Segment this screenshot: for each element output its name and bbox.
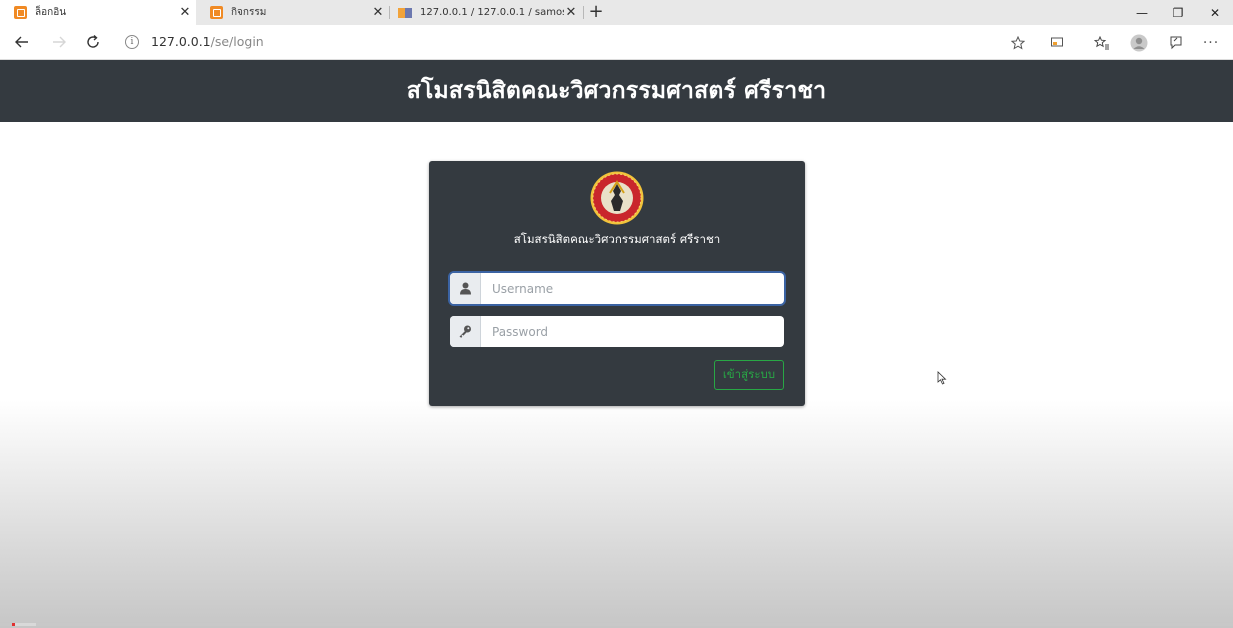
arrow-left-icon xyxy=(15,36,28,48)
mouse-cursor-icon xyxy=(937,371,947,385)
page-title: สโมสรนิสิตคณะวิศวกรรมศาสตร์ ศรีราชา xyxy=(406,78,827,104)
star-icon[interactable] xyxy=(1007,32,1029,54)
video-progress-bar xyxy=(0,623,1233,626)
login-card: สโมสรนิสิตคณะวิศวกรรมศาสตร์ ศรีราชา เข้า… xyxy=(429,161,805,406)
send-feedback-icon xyxy=(1170,36,1182,50)
address-toolbar: i 127.0.0.1/se/login ··· xyxy=(0,25,1233,60)
back-button[interactable] xyxy=(10,30,34,54)
url-host: 127.0.0.1 xyxy=(151,34,211,49)
faculty-seal-logo xyxy=(590,171,644,225)
xampp-icon xyxy=(14,6,27,19)
tab-title: กิจกรรม xyxy=(231,7,267,18)
login-button[interactable]: เข้าสู่ระบบ xyxy=(714,360,784,390)
url-path: /se/login xyxy=(210,34,264,49)
phpmyadmin-icon xyxy=(398,7,412,18)
tab-phpmyadmin[interactable]: 127.0.0.1 / 127.0.0.1 / samosyste ✕ xyxy=(390,0,582,25)
refresh-icon xyxy=(87,34,99,48)
forward-button[interactable] xyxy=(47,30,71,54)
person-icon xyxy=(459,282,471,295)
new-tab-button[interactable]: + xyxy=(586,2,606,22)
close-icon[interactable]: ✕ xyxy=(178,5,192,20)
xampp-icon xyxy=(210,6,223,19)
feedback-icon[interactable] xyxy=(1165,32,1187,54)
password-group xyxy=(450,316,784,347)
tab-title: 127.0.0.1 / 127.0.0.1 / samosyste xyxy=(420,7,564,18)
tab-login[interactable]: ล็อกอิน ✕ xyxy=(0,0,196,25)
close-icon[interactable]: ✕ xyxy=(371,5,385,20)
username-input[interactable] xyxy=(481,273,784,304)
tab-strip: ล็อกอิน ✕ กิจกรรม ✕ 127.0.0.1 / 127.0.0.… xyxy=(0,0,1233,25)
favorites-icon[interactable] xyxy=(1091,32,1113,54)
key-icon xyxy=(450,316,481,347)
site-header: สโมสรนิสิตคณะวิศวกรรมศาสตร์ ศรีราชา xyxy=(0,60,1233,122)
username-group xyxy=(450,273,784,304)
organization-name: สโมสรนิสิตคณะวิศวกรรมศาสตร์ ศรีราชา xyxy=(513,232,721,246)
close-icon[interactable]: ✕ xyxy=(564,5,578,20)
refresh-button[interactable] xyxy=(81,30,105,54)
password-key-icon xyxy=(459,325,471,338)
tab-divider xyxy=(583,6,584,19)
restore-button[interactable]: ❐ xyxy=(1160,0,1196,25)
password-input[interactable] xyxy=(481,316,784,347)
arrow-right-icon xyxy=(53,36,66,48)
user-icon xyxy=(450,273,481,304)
cast-icon[interactable] xyxy=(1046,32,1068,54)
minimize-button[interactable]: — xyxy=(1124,0,1160,25)
cast-media-icon xyxy=(1051,37,1063,47)
profile-avatar[interactable] xyxy=(1128,32,1150,54)
close-window-button[interactable]: ✕ xyxy=(1197,0,1233,25)
more-menu-icon[interactable]: ··· xyxy=(1200,32,1222,54)
favorite-star-icon xyxy=(1011,36,1025,50)
favorites-list-icon xyxy=(1094,36,1109,50)
tab-title: ล็อกอิน xyxy=(35,7,67,18)
user-avatar-icon xyxy=(1130,34,1148,52)
address-bar[interactable]: 127.0.0.1/se/login xyxy=(151,34,264,49)
tab-activities[interactable]: กิจกรรม ✕ xyxy=(196,0,389,25)
site-info-icon[interactable]: i xyxy=(125,35,139,49)
